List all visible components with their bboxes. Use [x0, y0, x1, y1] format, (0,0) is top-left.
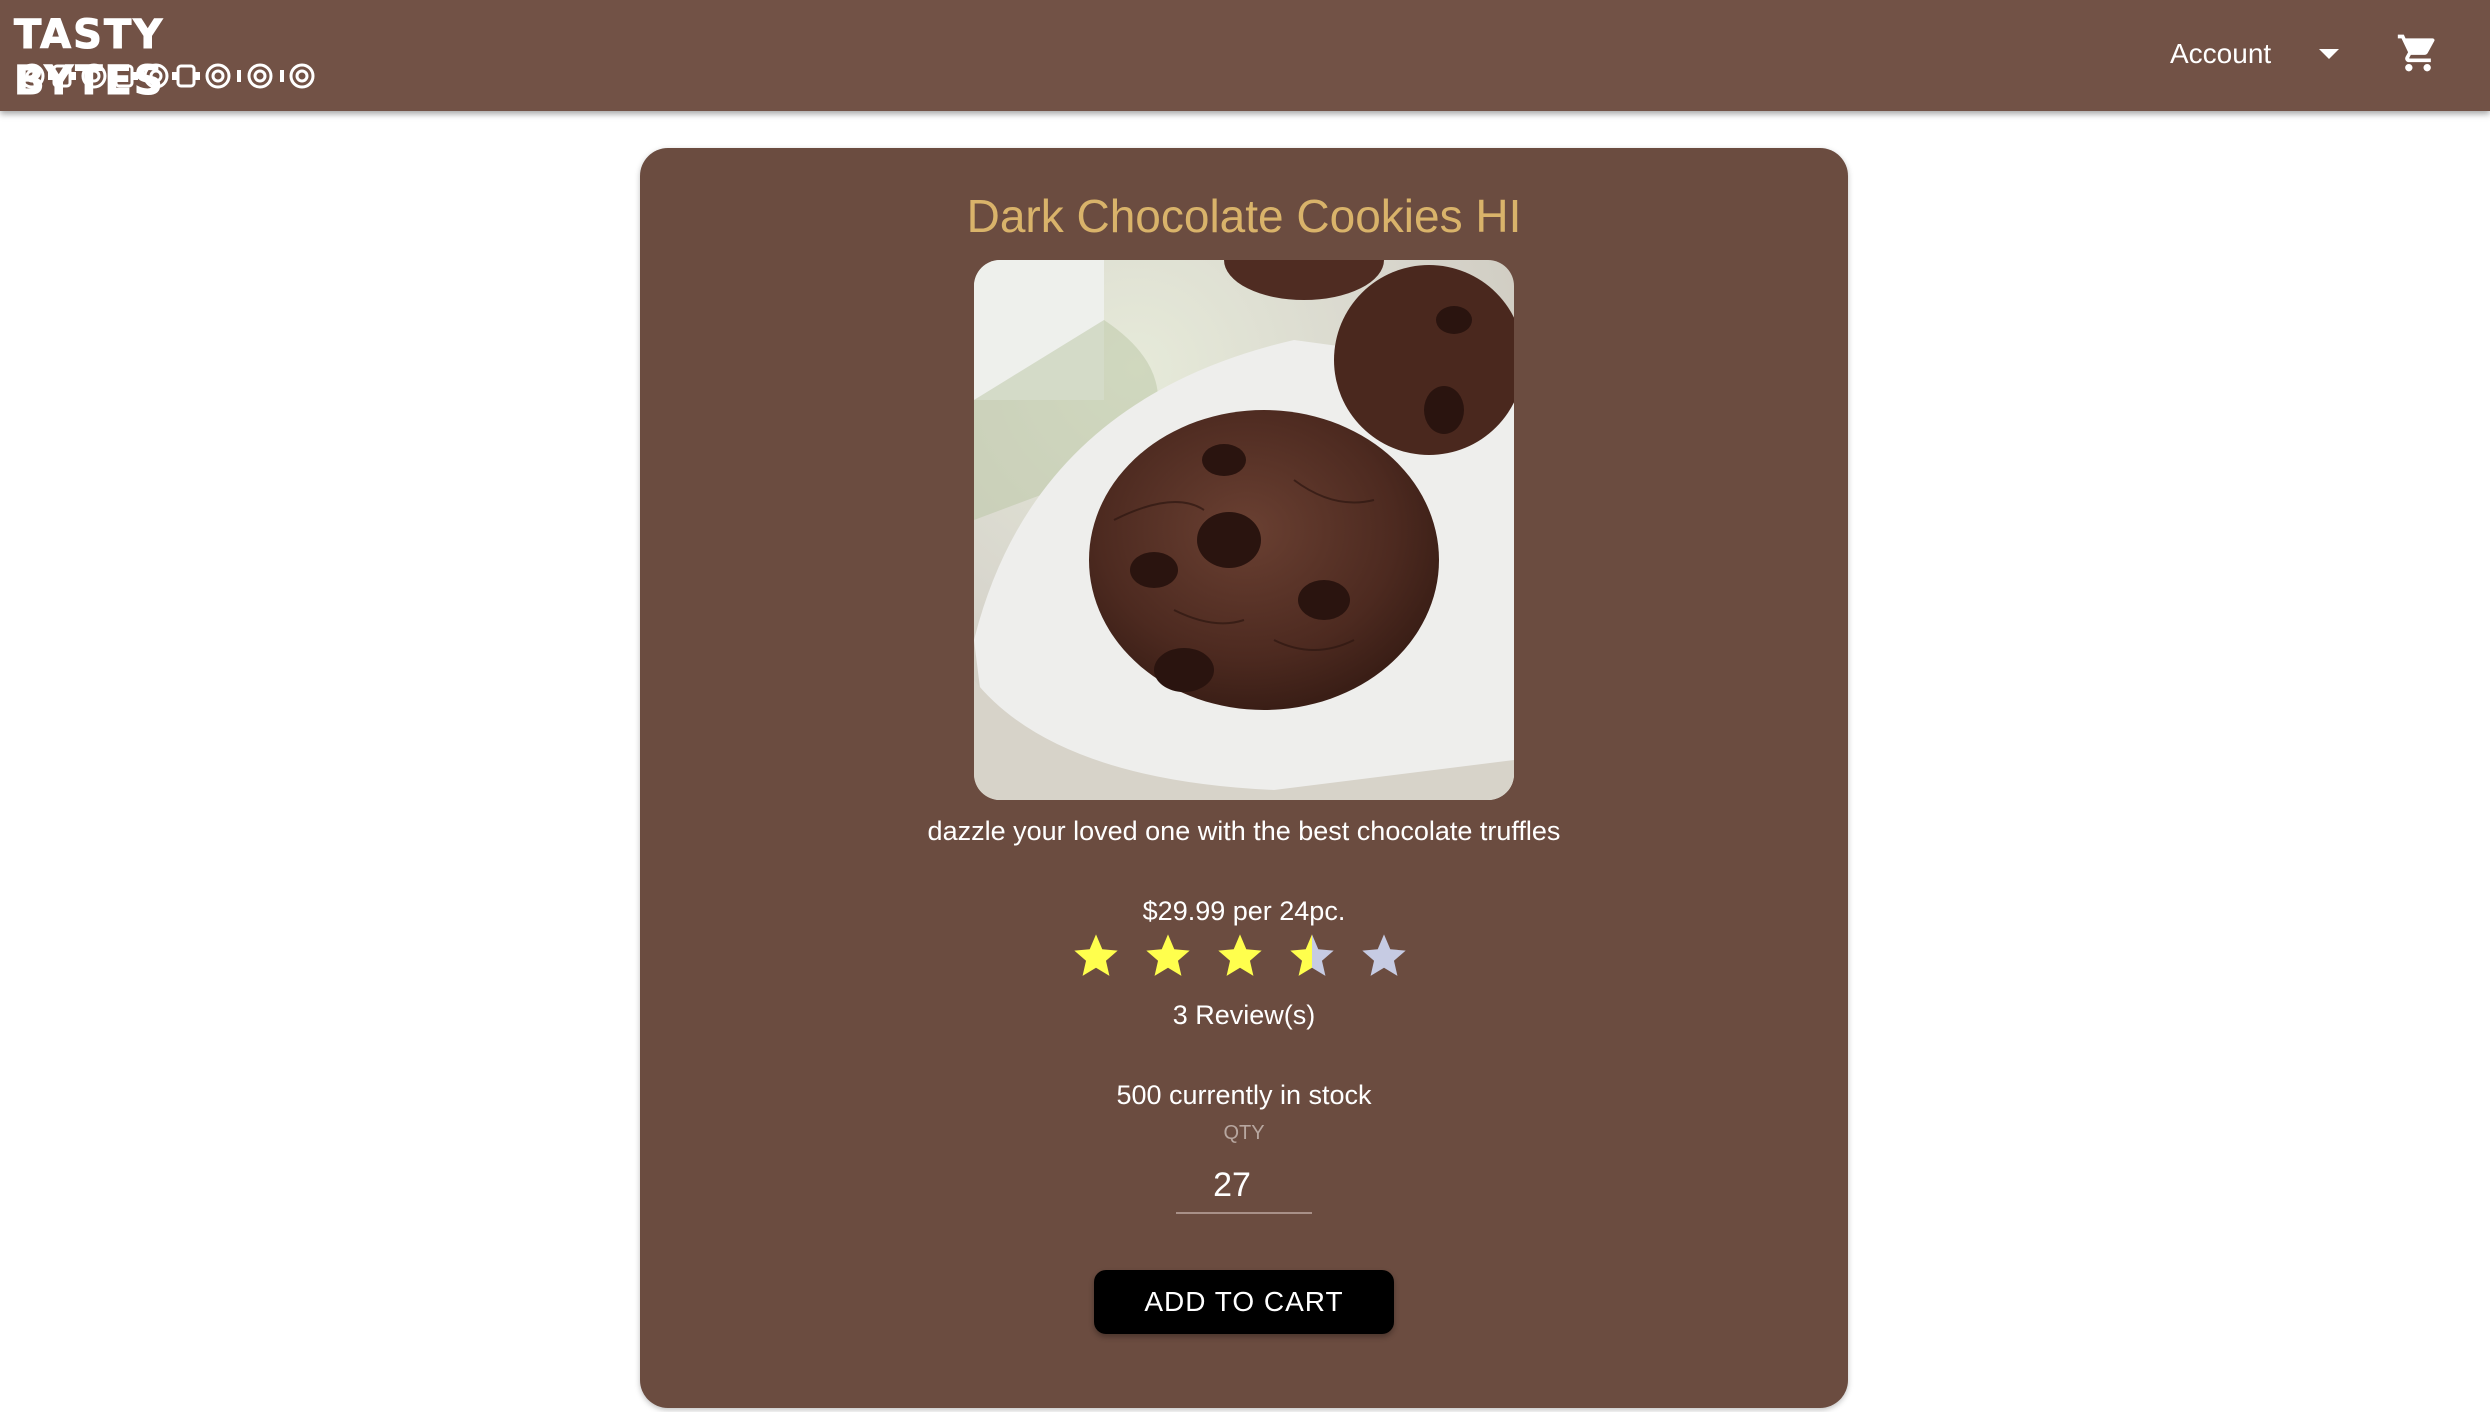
- product-card: Dark Chocolate Cookies HI dazzle your lo…: [640, 148, 1848, 1408]
- star-rating: [1070, 928, 1430, 988]
- qty-label: QTY: [1223, 1122, 1265, 1144]
- account-menu[interactable]: Account: [2170, 28, 2340, 80]
- stock-status: 500 currently in stock: [1116, 1080, 1372, 1110]
- add-to-cart-button[interactable]: ADD TO CART: [1094, 1270, 1394, 1334]
- product-title: Dark Chocolate Cookies HI: [966, 190, 1522, 242]
- cookie-photo: [974, 260, 1514, 800]
- tasty-bytes-logo[interactable]: TASTY BYTES: [14, 12, 324, 105]
- product-description: dazzle your loved one with the best choc…: [927, 816, 1561, 846]
- account-label: Account: [2170, 38, 2272, 69]
- product-image: [974, 260, 1514, 800]
- star-filled-icon: [1074, 934, 1118, 976]
- review-count: 3 Review(s): [1172, 1000, 1316, 1030]
- star-empty-icon: [1362, 934, 1406, 976]
- star-filled-icon: [1218, 934, 1262, 976]
- star-filled-icon: [1146, 934, 1190, 976]
- quantity-input[interactable]: [1176, 1158, 1312, 1214]
- product-price: $29.99 per 24pc.: [1142, 896, 1346, 926]
- star-half-icon: [1290, 934, 1334, 976]
- candy-row-icon: [18, 63, 315, 89]
- app-bar: TASTY BYTES Account: [0, 0, 2490, 111]
- shopping-cart-icon: [2397, 34, 2435, 72]
- caret-down-icon: [2319, 49, 2340, 59]
- cart-button[interactable]: [2390, 28, 2446, 78]
